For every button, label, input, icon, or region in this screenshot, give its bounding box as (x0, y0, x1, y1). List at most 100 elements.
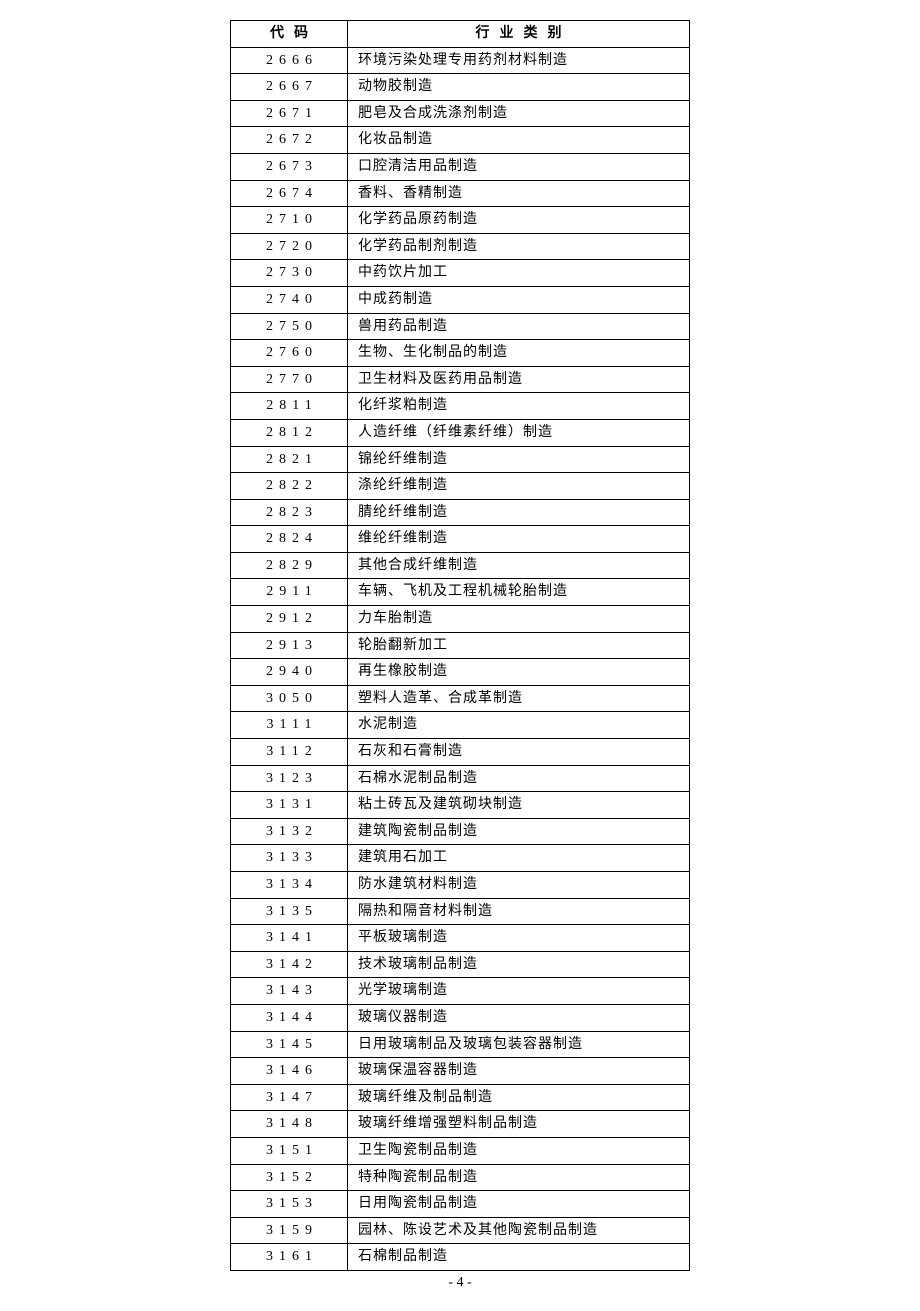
table-row: 3147玻璃纤维及制品制造 (231, 1084, 690, 1111)
cell-code: 3144 (231, 1004, 348, 1031)
cell-code: 2811 (231, 393, 348, 420)
cell-category: 石灰和石膏制造 (348, 739, 690, 766)
table-row: 2824维纶纤维制造 (231, 526, 690, 553)
table-row: 2671肥皂及合成洗涤剂制造 (231, 100, 690, 127)
cell-category: 中成药制造 (348, 286, 690, 313)
cell-code: 3131 (231, 792, 348, 819)
table-row: 2823腈纶纤维制造 (231, 499, 690, 526)
cell-code: 2672 (231, 127, 348, 154)
cell-code: 3147 (231, 1084, 348, 1111)
cell-category: 粘土砖瓦及建筑砌块制造 (348, 792, 690, 819)
cell-code: 2770 (231, 366, 348, 393)
cell-category: 肥皂及合成洗涤剂制造 (348, 100, 690, 127)
table-row: 2710化学药品原药制造 (231, 207, 690, 234)
cell-code: 2710 (231, 207, 348, 234)
cell-category: 人造纤维（纤维素纤维）制造 (348, 419, 690, 446)
table-row: 2940再生橡胶制造 (231, 659, 690, 686)
cell-category: 车辆、飞机及工程机械轮胎制造 (348, 579, 690, 606)
table-row: 2822涤纶纤维制造 (231, 473, 690, 500)
table-row: 2673口腔清洁用品制造 (231, 153, 690, 180)
table-row: 2811化纤浆粕制造 (231, 393, 690, 420)
table-row: 2821锦纶纤维制造 (231, 446, 690, 473)
cell-code: 3112 (231, 739, 348, 766)
cell-category: 石棉水泥制品制造 (348, 765, 690, 792)
table-row: 2770卫生材料及医药用品制造 (231, 366, 690, 393)
table-header-row: 代码 行业类别 (231, 21, 690, 48)
table-row: 3050塑料人造革、合成革制造 (231, 685, 690, 712)
table-row: 2912力车胎制造 (231, 606, 690, 633)
table-row: 2913轮胎翻新加工 (231, 632, 690, 659)
cell-code: 3134 (231, 872, 348, 899)
cell-category: 兽用药品制造 (348, 313, 690, 340)
table-row: 3135隔热和隔音材料制造 (231, 898, 690, 925)
table-row: 3123石棉水泥制品制造 (231, 765, 690, 792)
cell-code: 2824 (231, 526, 348, 553)
cell-code: 2913 (231, 632, 348, 659)
cell-category: 建筑用石加工 (348, 845, 690, 872)
cell-code: 2821 (231, 446, 348, 473)
cell-category: 防水建筑材料制造 (348, 872, 690, 899)
cell-code: 3151 (231, 1137, 348, 1164)
table-row: 2730中药饮片加工 (231, 260, 690, 287)
cell-category: 园林、陈设艺术及其他陶瓷制品制造 (348, 1217, 690, 1244)
cell-code: 3135 (231, 898, 348, 925)
cell-code: 3050 (231, 685, 348, 712)
cell-code: 2829 (231, 552, 348, 579)
cell-category: 卫生材料及医药用品制造 (348, 366, 690, 393)
cell-category: 涤纶纤维制造 (348, 473, 690, 500)
cell-code: 3146 (231, 1058, 348, 1085)
table-row: 3112石灰和石膏制造 (231, 739, 690, 766)
table-row: 3142技术玻璃制品制造 (231, 951, 690, 978)
cell-code: 3161 (231, 1244, 348, 1271)
table-row: 3133建筑用石加工 (231, 845, 690, 872)
cell-code: 3132 (231, 818, 348, 845)
table-row: 2740中成药制造 (231, 286, 690, 313)
table-row: 3159园林、陈设艺术及其他陶瓷制品制造 (231, 1217, 690, 1244)
table-row: 2674香料、香精制造 (231, 180, 690, 207)
cell-category: 化妆品制造 (348, 127, 690, 154)
cell-category: 玻璃保温容器制造 (348, 1058, 690, 1085)
cell-category: 日用陶瓷制品制造 (348, 1191, 690, 1218)
cell-code: 3153 (231, 1191, 348, 1218)
table-row: 2760生物、生化制品的制造 (231, 340, 690, 367)
cell-code: 3145 (231, 1031, 348, 1058)
page-number: - 4 - (0, 1275, 920, 1291)
table-row: 3131粘土砖瓦及建筑砌块制造 (231, 792, 690, 819)
cell-category: 化学药品制剂制造 (348, 233, 690, 260)
cell-category: 光学玻璃制造 (348, 978, 690, 1005)
cell-code: 2750 (231, 313, 348, 340)
cell-category: 轮胎翻新加工 (348, 632, 690, 659)
cell-code: 3159 (231, 1217, 348, 1244)
table-row: 2750兽用药品制造 (231, 313, 690, 340)
table-row: 2812人造纤维（纤维素纤维）制造 (231, 419, 690, 446)
table-row: 3141平板玻璃制造 (231, 925, 690, 952)
table-row: 2829其他合成纤维制造 (231, 552, 690, 579)
cell-category: 玻璃仪器制造 (348, 1004, 690, 1031)
cell-category: 塑料人造革、合成革制造 (348, 685, 690, 712)
table-row: 3148玻璃纤维增强塑料制品制造 (231, 1111, 690, 1138)
cell-code: 2760 (231, 340, 348, 367)
table-row: 3161石棉制品制造 (231, 1244, 690, 1271)
cell-code: 2666 (231, 47, 348, 74)
cell-category: 隔热和隔音材料制造 (348, 898, 690, 925)
cell-code: 2740 (231, 286, 348, 313)
table-row: 2666环境污染处理专用药剂材料制造 (231, 47, 690, 74)
table-row: 3151卫生陶瓷制品制造 (231, 1137, 690, 1164)
table-row: 2667动物胶制造 (231, 74, 690, 101)
table-row: 3144玻璃仪器制造 (231, 1004, 690, 1031)
header-category: 行业类别 (348, 21, 690, 48)
table-row: 3145日用玻璃制品及玻璃包装容器制造 (231, 1031, 690, 1058)
cell-category: 化纤浆粕制造 (348, 393, 690, 420)
table-row: 3134防水建筑材料制造 (231, 872, 690, 899)
cell-category: 再生橡胶制造 (348, 659, 690, 686)
cell-category: 技术玻璃制品制造 (348, 951, 690, 978)
cell-category: 力车胎制造 (348, 606, 690, 633)
table-row: 3146玻璃保温容器制造 (231, 1058, 690, 1085)
cell-category: 建筑陶瓷制品制造 (348, 818, 690, 845)
cell-code: 3142 (231, 951, 348, 978)
cell-code: 2822 (231, 473, 348, 500)
cell-category: 锦纶纤维制造 (348, 446, 690, 473)
cell-code: 2812 (231, 419, 348, 446)
table-row: 2720化学药品制剂制造 (231, 233, 690, 260)
cell-code: 3152 (231, 1164, 348, 1191)
